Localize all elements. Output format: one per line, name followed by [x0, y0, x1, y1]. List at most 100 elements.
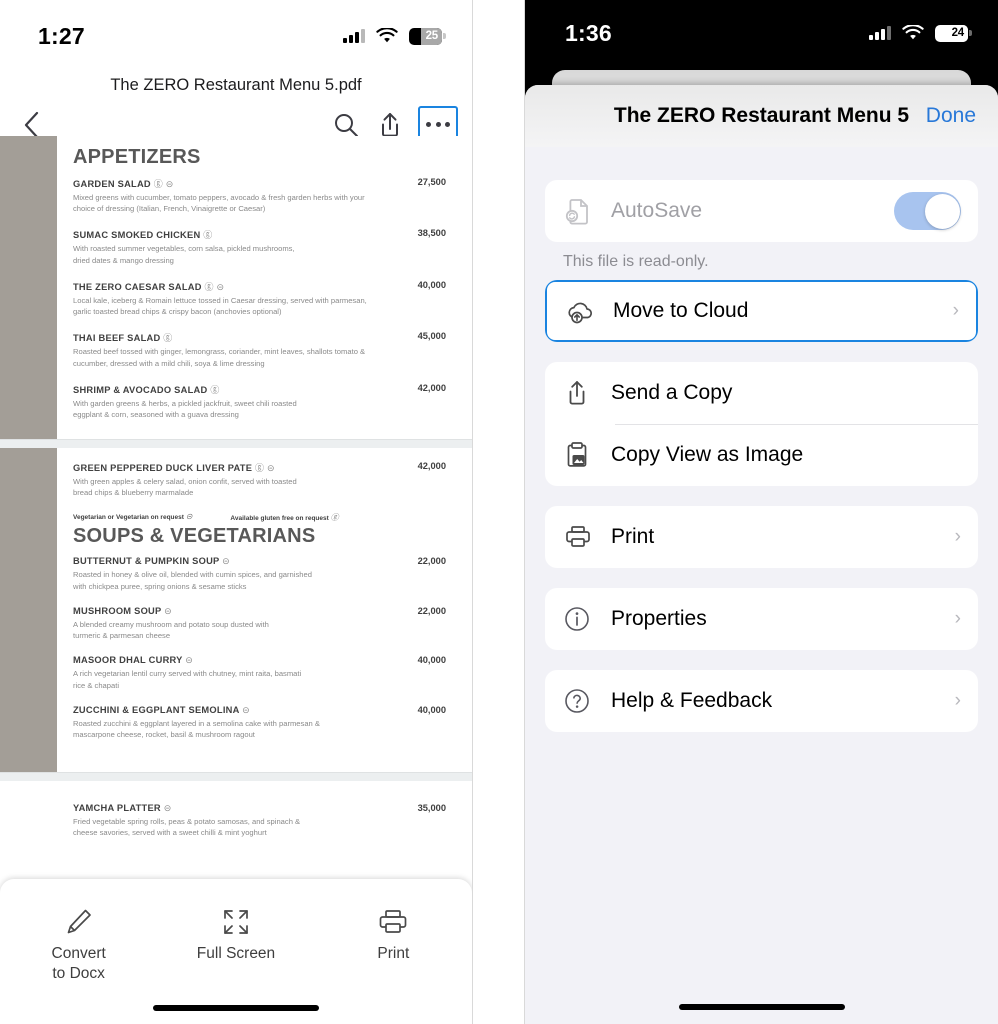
menu-item-symbols: ⓖ ⊝ [153, 179, 174, 189]
pdf-page-2[interactable]: GREEN PEPPERED DUCK LIVER PATE ⓖ ⊝ 42,00… [0, 448, 472, 773]
menu-item-price: 38,500 [417, 228, 446, 239]
copy-actions-group: Send a Copy Copy View as Image [545, 362, 978, 486]
menu-item-name: MASOOR DHAL CURRY ⊝ [73, 655, 376, 666]
done-button[interactable]: Done [926, 104, 976, 128]
menu-item: SHRIMP & AVOCADO SALAD ⓖ 42,000 With gar… [73, 383, 446, 420]
menu-item-price: 42,000 [417, 382, 446, 393]
menu-legend: Vegetarian or Vegetarian on request ⊝ Av… [73, 512, 446, 523]
menu-item-desc: A blended creamy mushroom and potato sou… [73, 619, 269, 641]
wifi-icon [902, 25, 924, 40]
properties-group: Properties › [545, 588, 978, 650]
copy-view-as-image-row[interactable]: Copy View as Image [545, 424, 978, 486]
page-sideband [0, 136, 57, 439]
menu-item-name: MUSHROOM SOUP ⊝ [73, 606, 376, 617]
menu-item-name: ZUCCHINI & EGGPLANT SEMOLINA ⊝ [73, 705, 376, 716]
menu-item: GARDEN SALAD ⓖ ⊝ 27,500 Mixed greens wit… [73, 177, 446, 214]
home-indicator [153, 1005, 319, 1011]
menu-section-title: APPETIZERS [73, 146, 201, 168]
full-screen-button[interactable]: Full Screen [157, 907, 314, 984]
send-a-copy-row[interactable]: Send a Copy [545, 362, 978, 424]
autosave-toggle[interactable] [894, 192, 961, 230]
cloud-upload-icon [565, 296, 605, 326]
clipboard-image-icon [563, 440, 603, 470]
print-row[interactable]: Print › [545, 506, 978, 568]
sheet-header: The ZERO Restaurant Menu 5 Done [525, 85, 998, 147]
full-screen-icon [224, 910, 248, 934]
menu-item-name: SHRIMP & AVOCADO SALAD ⓖ [73, 383, 376, 396]
menu-item-price: 40,000 [417, 655, 446, 666]
full-screen-label: Full Screen [197, 944, 275, 964]
status-indicators: 24 [869, 24, 972, 42]
menu-item: YAMCHA PLATTER ⊝ 35,000 Fried vegetable … [73, 803, 446, 838]
menu-item-price: 45,000 [417, 331, 446, 342]
convert-to-docx-label: Convert to Docx [52, 944, 106, 984]
send-a-copy-label: Send a Copy [611, 381, 733, 404]
convert-label-line2: to Docx [52, 964, 105, 982]
left-phone-pdf-viewer: 1:27 25 The ZERO Restaurant Menu 5.pdf A… [0, 0, 473, 1024]
move-to-cloud-row[interactable]: Move to Cloud › [545, 280, 978, 342]
home-indicator [678, 1004, 845, 1010]
menu-item-price: 35,000 [417, 803, 446, 813]
properties-row[interactable]: Properties › [545, 588, 978, 650]
menu-section-title: SOUPS & VEGETARIANS [73, 525, 316, 548]
battery-percent: 25 [425, 30, 439, 42]
dual-phone-screenshot: 1:27 25 The ZERO Restaurant Menu 5.pdf A… [0, 0, 998, 1024]
question-circle-icon [563, 687, 603, 715]
autosave-row[interactable]: AutoSave [545, 180, 978, 242]
printer-icon [563, 522, 603, 552]
copy-view-as-image-label: Copy View as Image [611, 443, 804, 466]
menu-item-symbols: ⓖ [163, 333, 173, 344]
print-label: Print [611, 525, 655, 548]
menu-item-desc: Fried vegetable spring rolls, peas & pot… [73, 817, 301, 838]
info-circle-icon [563, 605, 603, 633]
print-button[interactable]: Print [315, 907, 472, 984]
menu-item-name-text: SUMAC SMOKED CHICKEN [73, 230, 201, 241]
menu-item-name: BUTTERNUT & PUMPKIN SOUP ⊝ [73, 556, 376, 567]
right-phone-options-sheet: 1:36 24 The ZERO Restaurant Menu 5 Done [524, 0, 998, 1024]
menu-item-symbols: ⊝ [222, 556, 230, 567]
status-indicators: 25 [343, 27, 446, 45]
menu-item-name-text: THAI BEEF SALAD [73, 333, 161, 344]
menu-item: ZUCCHINI & EGGPLANT SEMOLINA ⊝ 40,000 Ro… [73, 705, 446, 740]
properties-label: Properties [611, 607, 707, 630]
share-icon [563, 378, 603, 408]
menu-item-desc: Roasted zucchini & eggplant layered in a… [73, 718, 320, 740]
menu-item-desc: Roasted beef tossed with ginger, lemongr… [73, 347, 366, 368]
menu-item: MUSHROOM SOUP ⊝ 22,000 A blended creamy … [73, 606, 446, 641]
print-group: Print › [545, 506, 978, 568]
battery-icon: 24 [935, 24, 972, 42]
chevron-left-icon [24, 111, 39, 138]
menu-item-desc: Mixed greens with cucumber, tomato peppe… [73, 193, 365, 214]
menu-item-desc: With garden greens & herbs, a pickled ja… [73, 398, 297, 420]
menu-item-symbols: ⊝ [164, 605, 172, 616]
menu-item-name: SUMAC SMOKED CHICKEN ⓖ [73, 228, 376, 241]
chevron-right-icon: › [952, 300, 959, 321]
menu-item-symbols: ⓖ [210, 384, 220, 395]
vegetarian-symbol-icon: ⊝ [185, 512, 193, 522]
menu-item-symbols: ⓖ ⊝ [255, 463, 275, 473]
readonly-note: This file is read-only. [563, 253, 709, 270]
toggle-knob [924, 193, 960, 229]
autosave-document-icon [563, 196, 603, 226]
help-feedback-row[interactable]: Help & Feedback › [545, 670, 978, 732]
menu-item-name-text: THE ZERO CAESAR SALAD [73, 281, 202, 292]
menu-item-name: THAI BEEF SALAD ⓖ [73, 331, 376, 344]
legend-vegetarian-text: Vegetarian or Vegetarian on request [73, 514, 184, 522]
menu-item-symbols: ⊝ [163, 803, 172, 813]
right-status-bar: 1:36 24 [525, 0, 998, 66]
move-to-cloud-label: Move to Cloud [613, 299, 749, 322]
menu-item-name: THE ZERO CAESAR SALAD ⓖ ⊝ [73, 280, 376, 293]
menu-item-name-text: ZUCCHINI & EGGPLANT SEMOLINA [73, 704, 240, 715]
menu-item-name-text: YAMCHA PLATTER [73, 803, 161, 813]
wifi-icon [376, 28, 398, 43]
convert-label-line1: Convert [51, 945, 106, 962]
pdf-page-1[interactable]: APPETIZERS GARDEN SALAD ⓖ ⊝ 27,500 Mixed… [0, 136, 472, 440]
document-title-row: The ZERO Restaurant Menu 5.pdf [0, 72, 472, 101]
printer-icon [379, 910, 407, 933]
battery-icon: 25 [409, 27, 446, 45]
menu-item-price: 40,000 [417, 704, 446, 715]
panel-gutter [473, 0, 524, 1024]
search-icon [335, 113, 358, 137]
convert-to-docx-button[interactable]: Convert to Docx [0, 907, 157, 984]
menu-item-desc: With green apples & celery salad, onion … [73, 477, 297, 498]
